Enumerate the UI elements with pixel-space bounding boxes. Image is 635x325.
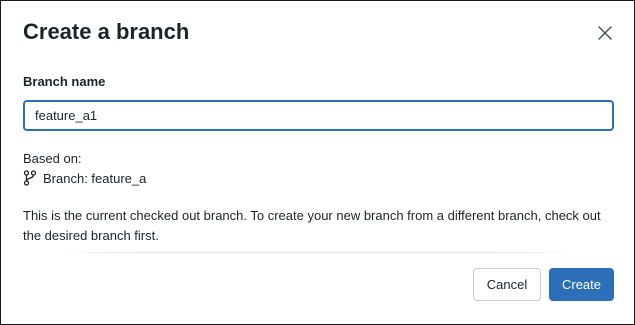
source-branch: Branch: feature_a: [23, 169, 146, 187]
branch-description: This is the current checked out branch. …: [23, 208, 601, 243]
create-button[interactable]: Create: [549, 268, 614, 301]
branch-name-label: Branch name: [23, 74, 106, 89]
close-button[interactable]: [594, 22, 616, 44]
branch-name-input[interactable]: [23, 100, 614, 131]
close-icon: [598, 26, 612, 40]
dialog-title: Create a branch: [23, 19, 190, 44]
git-branch-icon: [23, 170, 37, 186]
based-on-label: Based on:: [23, 151, 82, 166]
source-branch-text: Branch: feature_a: [43, 170, 147, 186]
cancel-button[interactable]: Cancel: [473, 268, 541, 301]
create-branch-dialog: Create a branch Branch name Based on: Br…: [0, 0, 635, 325]
footer-divider: [59, 252, 576, 253]
